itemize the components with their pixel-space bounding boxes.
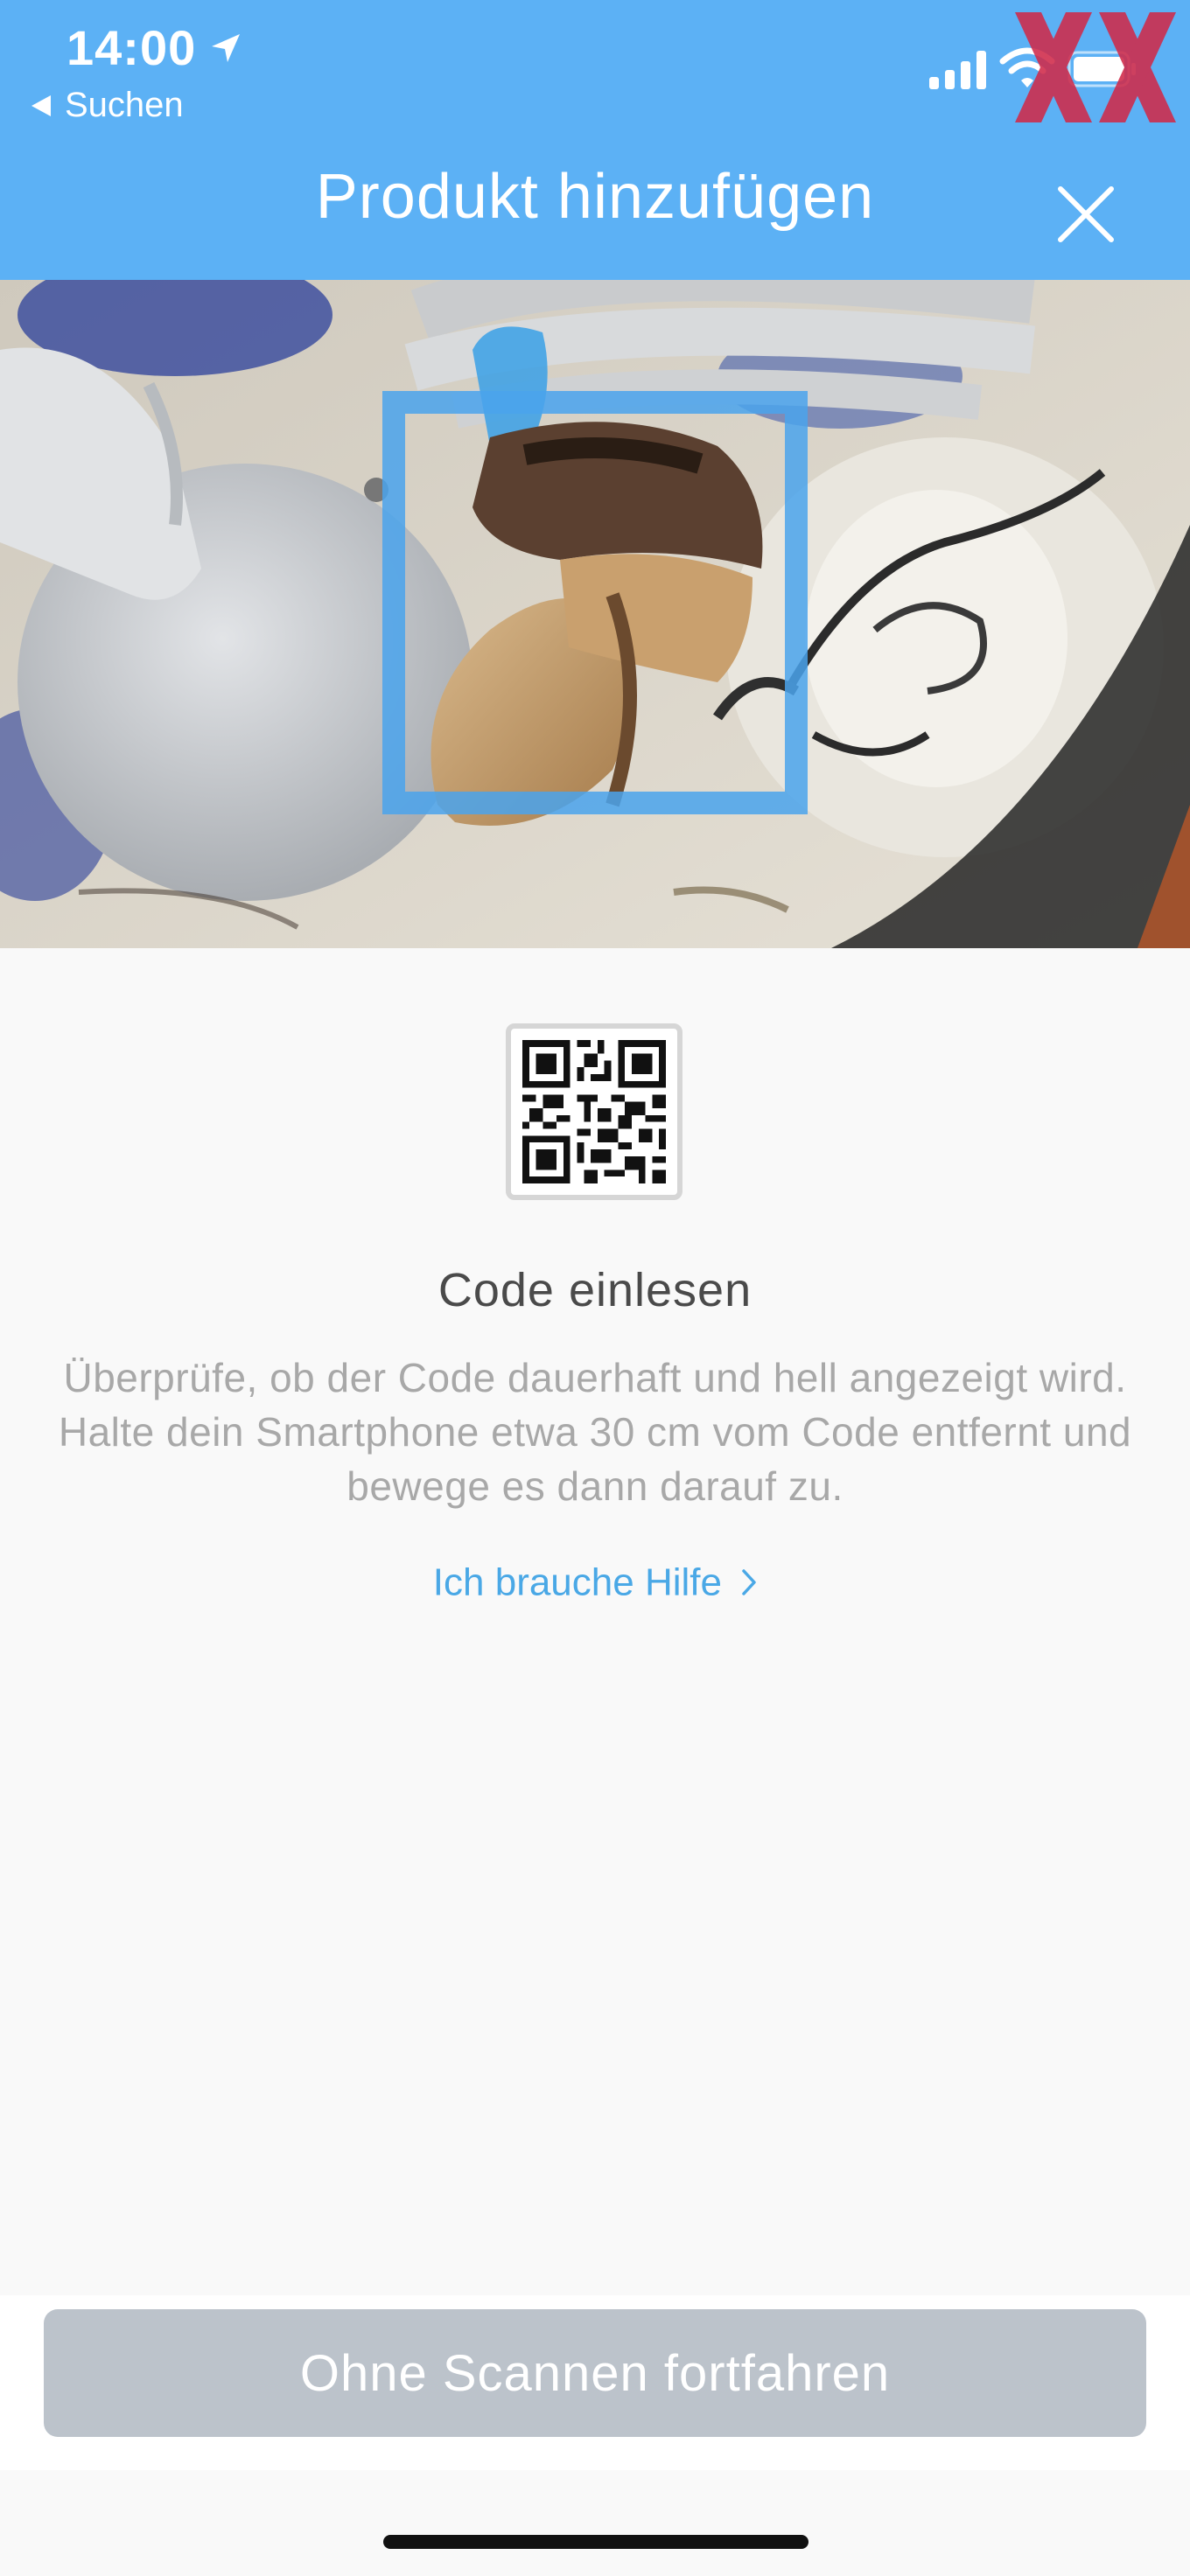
camera-viewfinder[interactable] [0, 280, 1190, 948]
qr-code-illustration [506, 1023, 682, 1200]
continue-without-scan-button[interactable]: Ohne Scannen fortfahren [44, 2309, 1146, 2437]
close-icon [1058, 186, 1114, 242]
header: 14:00 Suchen Produkt hinzufügen [0, 0, 1190, 280]
watermark-logo [1015, 12, 1176, 122]
close-button[interactable] [1046, 175, 1125, 254]
back-label: Suchen [65, 86, 184, 124]
instruction-body: Überprüfe, ob der Code dauerhaft und hel… [58, 1355, 1132, 1509]
status-time-group: 14:00 [66, 19, 243, 76]
location-arrow-icon [212, 33, 241, 62]
page-title: Produkt hinzufügen [315, 162, 875, 232]
qr-code-icon [522, 1040, 666, 1183]
home-indicator[interactable] [383, 2535, 808, 2549]
back-arrow-icon [32, 94, 51, 116]
status-time: 14:00 [66, 20, 197, 75]
instruction-title: Code einlesen [438, 1264, 752, 1316]
camera-feed-image [0, 280, 1190, 948]
add-product-screen: 14:00 Suchen Produkt hinzufügen Code ein… [0, 0, 1190, 2576]
chevron-right-icon [742, 1569, 756, 1596]
help-link[interactable]: Ich brauche Hilfe [0, 1559, 1190, 1604]
help-link-label: Ich brauche Hilfe [432, 1560, 722, 1604]
back-to-search-link[interactable]: Suchen [30, 86, 184, 125]
cellular-signal-icon [929, 51, 986, 89]
